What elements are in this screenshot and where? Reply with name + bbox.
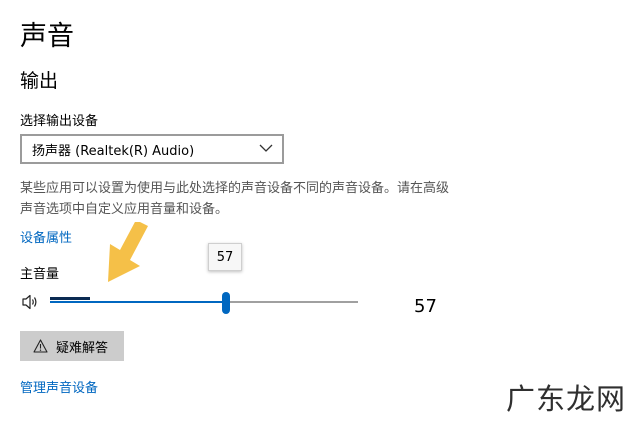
speaker-icon[interactable]: [21, 293, 39, 315]
master-volume-label: 主音量: [20, 267, 60, 282]
troubleshoot-label: 疑难解答: [56, 339, 109, 355]
volume-value: 57: [414, 296, 437, 317]
yellow-arrow-icon: [106, 220, 154, 290]
volume-level-meter: [50, 297, 90, 300]
warning-icon: [33, 339, 48, 353]
output-device-value: 扬声器 (Realtek(R) Audio): [32, 143, 195, 159]
volume-slider-fill: [50, 301, 226, 303]
chevron-down-icon: [258, 140, 274, 160]
output-device-label: 选择输出设备: [20, 114, 99, 129]
output-description: 某些应用可以设置为使用与此处选择的声音设备不同的声音设备。请在高级声音选项中自定…: [20, 181, 450, 217]
page-title: 声音: [20, 21, 74, 52]
output-device-dropdown[interactable]: 扬声器 (Realtek(R) Audio): [20, 134, 284, 164]
volume-tooltip: 57: [208, 243, 242, 271]
output-section-heading: 输出: [20, 70, 59, 92]
watermark: 广东龙网: [506, 382, 627, 416]
volume-slider-thumb[interactable]: [221, 292, 230, 314]
manage-sound-devices-link[interactable]: 管理声音设备: [20, 377, 98, 396]
troubleshoot-button[interactable]: 疑难解答: [20, 331, 124, 361]
device-properties-link[interactable]: 设备属性: [20, 227, 72, 246]
